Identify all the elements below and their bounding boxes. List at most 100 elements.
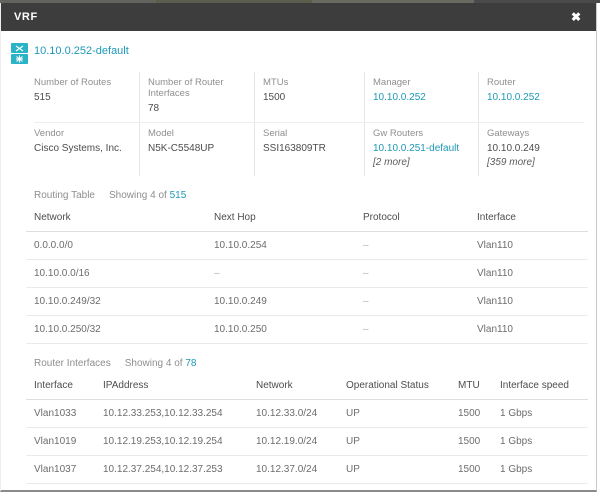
interface-row[interactable]: Vlan1032 10.12.32.254,10.12.32.253 10.12… (26, 484, 588, 492)
field-label: Serial (263, 128, 356, 139)
field-router: Router 10.10.0.252 (478, 72, 584, 122)
cell-network: 10.10.0.249/32 (26, 288, 206, 316)
field-label: Number of Routes (34, 77, 131, 88)
cell-interface-speed: 1 Gbps (492, 428, 588, 456)
interface-row[interactable]: Vlan1037 10.12.37.254,10.12.37.253 10.12… (26, 456, 588, 484)
field-serial: Serial SSI163809TR (254, 123, 364, 176)
cell-interface-speed: 1 Gbps (492, 456, 588, 484)
vrf-summary: Number of Routes 515 Number of Router In… (34, 72, 584, 176)
cell-network: 10.12.37.0/24 (248, 456, 338, 484)
routing-showing-text: Showing 4 of (109, 190, 167, 201)
field-model: Model N5K-C5548UP (139, 123, 254, 176)
cell-interface: Vlan1033 (26, 400, 95, 428)
cell-next-hop: – (206, 260, 355, 288)
field-gw-routers: Gw Routers 10.10.0.251-default [2 more] (364, 123, 478, 176)
cell-network: 10.12.19.0/24 (248, 428, 338, 456)
field-value: 1500 (263, 92, 356, 103)
cell-interface: Vlan1019 (26, 428, 95, 456)
cell-operational-status: UP (338, 400, 450, 428)
interface-row[interactable]: Vlan1019 10.12.19.253,10.12.19.254 10.12… (26, 428, 588, 456)
field-label: Gw Routers (373, 128, 470, 139)
cell-network: 10.12.33.0/24 (248, 400, 338, 428)
field-mtus: MTUs 1500 (254, 72, 364, 122)
field-number-of-router-interfaces: Number of Router Interfaces 78 (139, 72, 254, 122)
field-manager: Manager 10.10.0.252 (364, 72, 478, 122)
vrf-name-link[interactable]: 10.10.0.252-default (34, 42, 129, 65)
col-ipaddress: IPAddress (95, 371, 248, 400)
cell-network: 10.12.32.0/24 (248, 484, 338, 492)
col-interface: Interface (469, 203, 588, 232)
col-network: Network (248, 371, 338, 400)
vrf-modal: VRF ✖ 10.10.0.252-default Number of Rout… (0, 3, 597, 492)
routing-row[interactable]: 10.10.0.250/32 10.10.0.250 – Vlan110 (26, 316, 588, 344)
field-label: Manager (373, 77, 470, 88)
routing-table: Network Next Hop Protocol Interface 0.0.… (26, 203, 588, 344)
field-gateways: Gateways 10.10.0.249 [359 more] (478, 123, 584, 176)
router-icon (11, 43, 28, 53)
cell-network: 10.10.0.0/16 (26, 260, 206, 288)
cell-protocol: – (355, 260, 469, 288)
interfaces-total-link[interactable]: 78 (185, 358, 196, 369)
routing-showing-label: Showing 4 of 515 (109, 190, 186, 201)
cell-interface: Vlan110 (469, 232, 588, 260)
col-mtu: MTU (450, 371, 492, 400)
cell-ipaddress: 10.12.37.254,10.12.37.253 (95, 456, 248, 484)
modal-titlebar: VRF ✖ (1, 3, 596, 31)
cell-mtu: 1500 (450, 456, 492, 484)
routing-row[interactable]: 10.10.0.0/16 – – Vlan110 (26, 260, 588, 288)
cell-mtu: 1500 (450, 400, 492, 428)
field-value: N5K-C5548UP (148, 143, 246, 154)
close-icon[interactable]: ✖ (569, 9, 583, 25)
cell-interface: Vlan1032 (26, 484, 95, 492)
col-interface: Interface (26, 371, 95, 400)
cell-ipaddress: 10.12.32.254,10.12.32.253 (95, 484, 248, 492)
interfaces-header-row: Interface IPAddress Network Operational … (26, 371, 588, 400)
vrf-header: 10.10.0.252-default (11, 42, 584, 65)
cell-interface: Vlan1037 (26, 456, 95, 484)
cell-operational-status: UP (338, 428, 450, 456)
cell-ipaddress: 10.12.19.253,10.12.19.254 (95, 428, 248, 456)
field-label: Gateways (487, 128, 576, 139)
summary-row-1: Number of Routes 515 Number of Router In… (34, 72, 584, 122)
router-link[interactable]: 10.10.0.252 (487, 92, 576, 103)
field-number-of-routes: Number of Routes 515 (34, 72, 139, 122)
field-label: Model (148, 128, 246, 139)
cell-mtu: 1500 (450, 484, 492, 492)
routing-row[interactable]: 0.0.0.0/0 10.10.0.254 – Vlan110 (26, 232, 588, 260)
cell-protocol: – (355, 232, 469, 260)
cell-ipaddress: 10.12.33.253,10.12.33.254 (95, 400, 248, 428)
col-protocol: Protocol (355, 203, 469, 232)
cell-protocol: – (355, 316, 469, 344)
modal-body: 10.10.0.252-default Number of Routes 515… (1, 31, 596, 492)
col-next-hop: Next Hop (206, 203, 355, 232)
summary-row-2: Vendor Cisco Systems, Inc. Model N5K-C55… (34, 122, 584, 176)
field-value: SSI163809TR (263, 143, 356, 154)
field-value: 78 (148, 103, 246, 114)
field-label: Number of Router Interfaces (148, 77, 246, 99)
router-interfaces-title: Router Interfaces (34, 358, 111, 369)
field-vendor: Vendor Cisco Systems, Inc. (34, 123, 139, 176)
cell-next-hop: 10.10.0.250 (206, 316, 355, 344)
gw-router-link[interactable]: 10.10.0.251-default (373, 143, 470, 154)
col-network: Network (26, 203, 206, 232)
cell-interface: Vlan110 (469, 288, 588, 316)
routing-header-row: Network Next Hop Protocol Interface (26, 203, 588, 232)
gw-routers-more: [2 more] (373, 157, 470, 168)
routing-total-link[interactable]: 515 (170, 190, 187, 201)
field-value: 10.10.0.249 (487, 143, 576, 154)
cell-next-hop: 10.10.0.254 (206, 232, 355, 260)
field-label: Vendor (34, 128, 131, 139)
routing-row[interactable]: 10.10.0.249/32 10.10.0.249 – Vlan110 (26, 288, 588, 316)
field-value: Cisco Systems, Inc. (34, 143, 131, 154)
interfaces-showing-label: Showing 4 of 78 (125, 358, 197, 369)
routing-table-section-title: Routing Table Showing 4 of 515 (34, 190, 584, 201)
manager-link[interactable]: 10.10.0.252 (373, 92, 470, 103)
col-interface-speed: Interface speed (492, 371, 588, 400)
cell-operational-status: UP (338, 484, 450, 492)
col-operational-status: Operational Status (338, 371, 450, 400)
gateways-more: [359 more] (487, 157, 576, 168)
field-label: MTUs (263, 77, 356, 88)
cell-operational-status: UP (338, 456, 450, 484)
interface-row[interactable]: Vlan1033 10.12.33.253,10.12.33.254 10.12… (26, 400, 588, 428)
cell-mtu: 1500 (450, 428, 492, 456)
